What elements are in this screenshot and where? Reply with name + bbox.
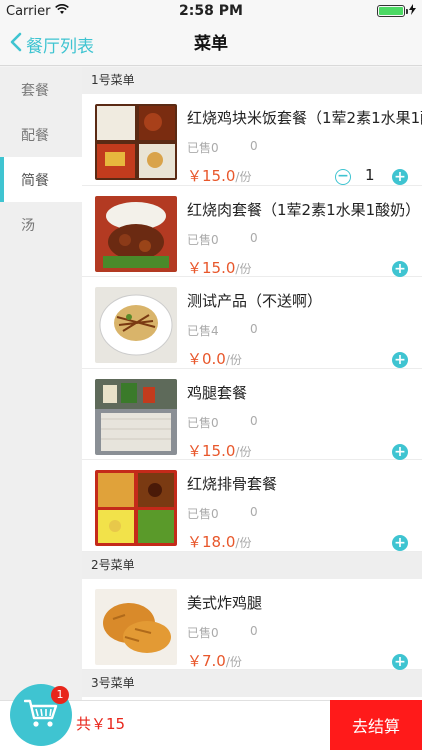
sidebar-item-peican[interactable]: 配餐	[0, 112, 82, 157]
add-to-cart-button[interactable]: +	[392, 352, 408, 368]
price-unit: /份	[235, 261, 252, 276]
section-header: 2号菜单	[82, 551, 422, 579]
test-dish-photo	[95, 287, 177, 363]
sold-count: 已售4	[187, 324, 219, 338]
section-header: 3号菜单	[82, 670, 422, 697]
nav-bar: 餐厅列表 菜单	[0, 22, 422, 66]
dish-name: 鸡腿套餐	[187, 383, 248, 402]
price-value: ￥7.0	[187, 651, 226, 670]
chicken-rice-photo	[95, 104, 177, 180]
add-to-cart-button[interactable]: +	[392, 260, 408, 277]
dish-name: 红烧排骨套餐	[187, 475, 278, 493]
dish-item: 美式炸鸡腿 已售0 0 ￥7.0/份 +	[82, 578, 422, 671]
dish-price: ￥0.0/份	[187, 348, 242, 369]
price-value: ￥15.0	[187, 167, 236, 185]
chevron-left-icon	[10, 32, 26, 57]
add-to-cart-button[interactable]: +	[392, 443, 408, 460]
sold-count: 已售0	[187, 141, 219, 155]
dish-list[interactable]: 1号菜单 红烧鸡块米饭套餐（1荤2素1水果1酸奶） 已售0 0 ￥15.0/份 …	[82, 67, 422, 700]
sold-count: 已售0	[187, 415, 219, 430]
price-unit: /份	[225, 353, 242, 367]
decrease-quantity-button[interactable]: −	[335, 169, 351, 185]
add-to-cart-button[interactable]: +	[392, 535, 408, 551]
category-sidebar: 套餐 配餐 简餐 汤	[0, 67, 82, 700]
dish-name: 美式炸鸡腿	[187, 593, 263, 612]
price-unit: /份	[235, 170, 252, 184]
drumstick-set-photo	[95, 378, 177, 455]
price-unit: /份	[225, 654, 242, 669]
sidebar-item-tang[interactable]: 汤	[0, 202, 82, 247]
secondary-count: 0	[250, 413, 258, 428]
cart-total: 共￥15	[76, 715, 126, 733]
secondary-count: 0	[250, 230, 258, 245]
sidebar-item-label: 套餐	[21, 82, 49, 99]
dish-item: 红烧鸡块米饭套餐（1荤2素1水果1酸奶） 已售0 0 ￥15.0/份 − 1 +	[82, 94, 422, 186]
dish-name: 测试产品（不送啊）	[187, 292, 323, 310]
braised-pork-photo	[95, 195, 177, 272]
spare-ribs-photo	[95, 470, 177, 546]
price-unit: /份	[235, 536, 252, 550]
price-value: ￥18.0	[187, 533, 236, 551]
sidebar-item-jiancan[interactable]: 简餐	[0, 157, 82, 202]
secondary-count: 0	[250, 139, 258, 153]
sidebar-item-label: 配餐	[21, 127, 49, 144]
dish-item: 红烧排骨套餐 已售0 0 ￥18.0/份 +	[82, 460, 422, 552]
dish-price: ￥15.0/份	[187, 257, 251, 278]
dish-name: 红烧肉套餐（1荤2素1水果1酸奶）	[187, 200, 421, 219]
add-to-cart-button[interactable]: +	[392, 169, 408, 185]
dish-item: 测试产品（不送啊） 已售4 0 ￥0.0/份 +	[82, 277, 422, 369]
price-value: ￥0.0	[187, 350, 226, 368]
dish-name: 红烧鸡块米饭套餐（1荤2素1水果1酸奶）	[187, 109, 422, 127]
battery-icon	[377, 5, 408, 17]
section-header: 1号菜单	[82, 67, 422, 94]
cart-icon	[23, 698, 58, 732]
fried-chicken-photo	[95, 588, 177, 665]
back-button[interactable]: 餐厅列表	[10, 22, 94, 66]
cart-count-badge: 1	[51, 686, 69, 704]
dish-item: 鸡腿套餐 已售0 0 ￥15.0/份 +	[82, 368, 422, 461]
status-bar: Carrier 2:58 PM	[0, 0, 422, 22]
quantity-value: 1	[365, 166, 375, 184]
secondary-count: 0	[250, 505, 258, 519]
sold-count: 已售0	[187, 507, 219, 521]
secondary-count: 0	[250, 322, 258, 336]
price-value: ￥15.0	[187, 441, 236, 460]
dish-price: ￥15.0/份	[187, 440, 251, 461]
price-unit: /份	[235, 444, 252, 459]
sidebar-item-label: 简餐	[21, 172, 49, 189]
sold-count: 已售0	[187, 625, 219, 640]
checkout-button[interactable]: 去结算	[330, 700, 422, 750]
dish-item: 红烧肉套餐（1荤2素1水果1酸奶） 已售0 0 ￥15.0/份 +	[82, 185, 422, 278]
add-to-cart-button[interactable]: +	[392, 653, 408, 670]
sidebar-item-taocan[interactable]: 套餐	[0, 67, 82, 112]
secondary-count: 0	[250, 623, 258, 638]
dish-price: ￥15.0/份	[187, 165, 251, 186]
sold-count: 已售0	[187, 232, 219, 247]
dish-price: ￥18.0/份	[187, 531, 251, 552]
dish-price: ￥7.0/份	[187, 650, 242, 671]
back-button-label: 餐厅列表	[26, 36, 94, 57]
sidebar-item-label: 汤	[21, 217, 35, 234]
price-value: ￥15.0	[187, 258, 236, 277]
status-time: 2:58 PM	[179, 3, 243, 19]
